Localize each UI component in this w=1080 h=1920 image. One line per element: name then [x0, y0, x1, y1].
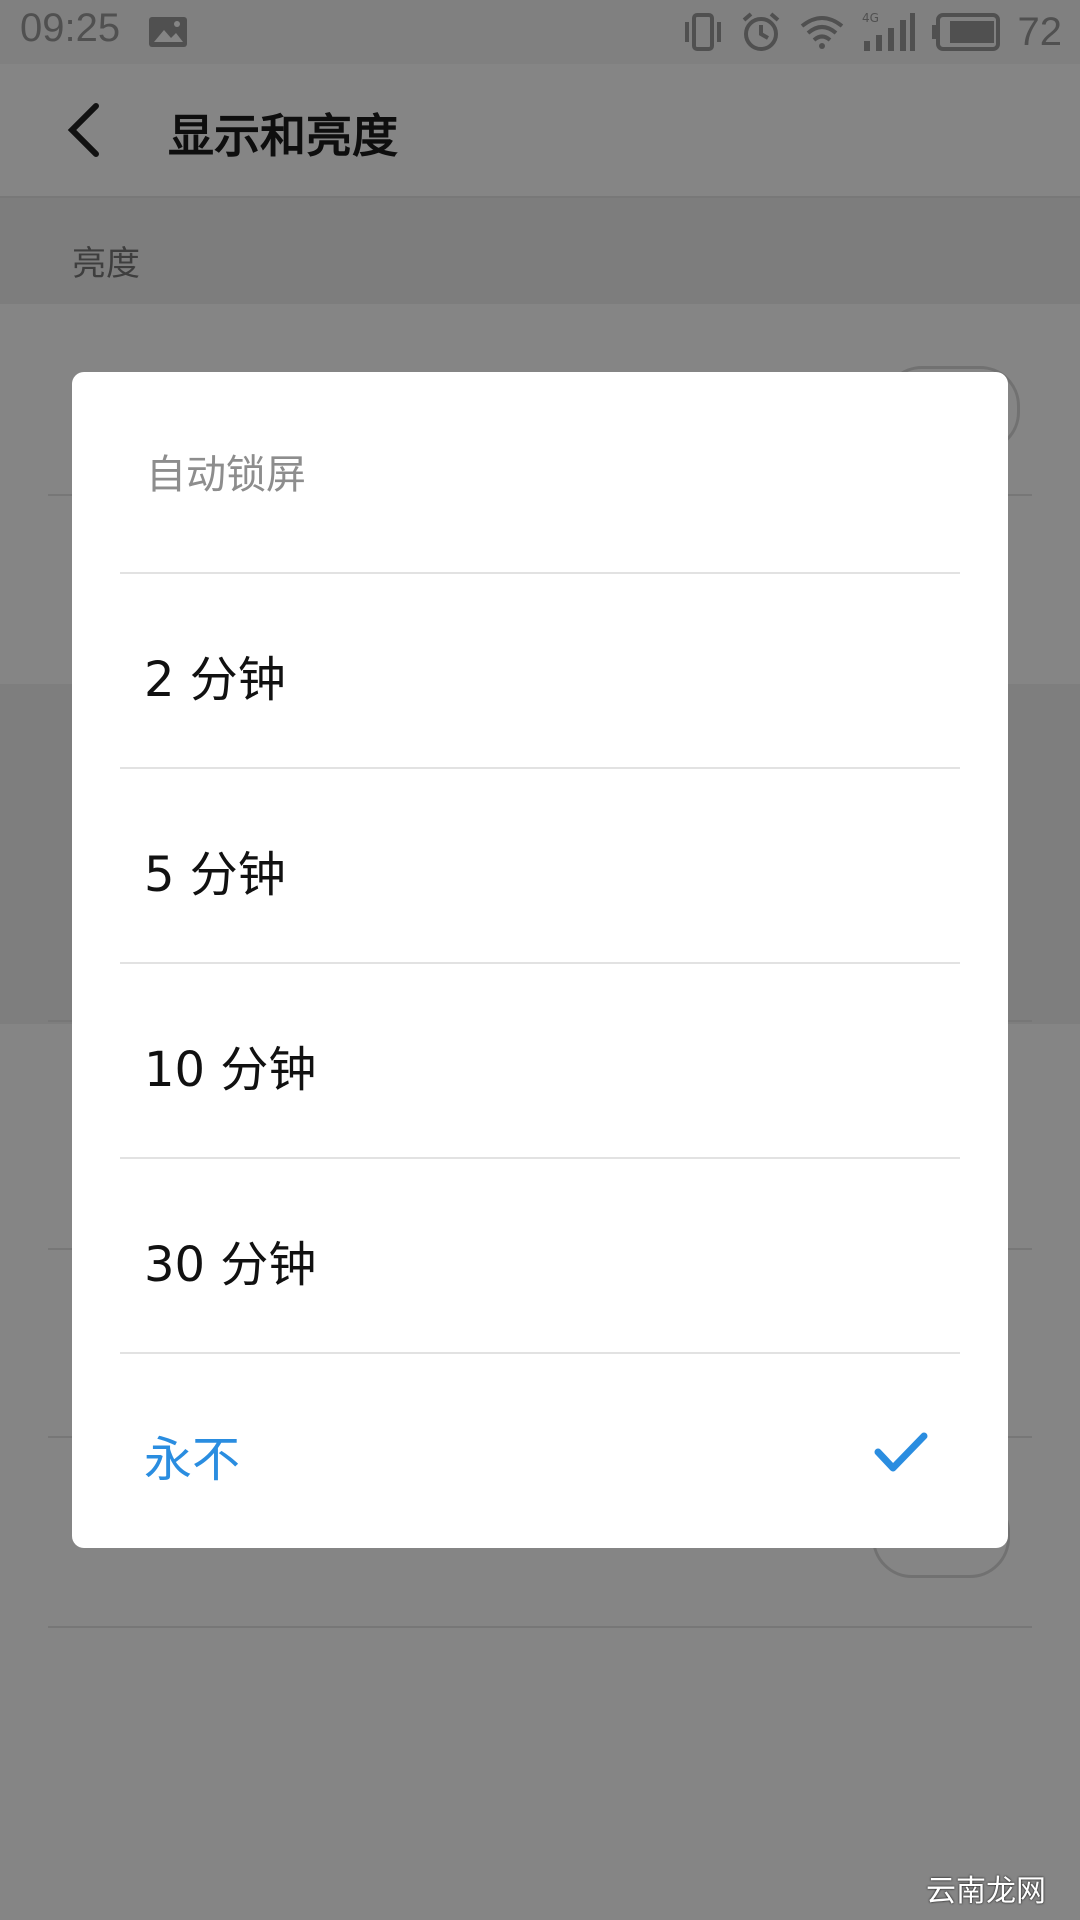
option-5-minutes[interactable]: 5 分钟	[72, 769, 1008, 964]
option-label: 永不	[144, 1432, 241, 1488]
option-never[interactable]: 永不	[72, 1354, 1008, 1549]
option-30-minutes[interactable]: 30 分钟	[72, 1159, 1008, 1354]
option-2-minutes[interactable]: 2 分钟	[72, 574, 1008, 769]
option-10-minutes[interactable]: 10 分钟	[72, 964, 1008, 1159]
watermark: 云南龙网	[926, 1874, 1046, 1909]
option-label: 2 分钟	[144, 652, 286, 708]
option-label: 10 分钟	[144, 1042, 317, 1098]
option-label: 30 分钟	[144, 1237, 317, 1293]
option-list: 2 分钟 5 分钟 10 分钟 30 分钟 永不	[72, 574, 1008, 1549]
dialog-title: 自动锁屏	[146, 452, 306, 498]
check-icon	[874, 1432, 928, 1472]
option-label: 5 分钟	[144, 847, 286, 903]
auto-lock-dialog: 自动锁屏 2 分钟 5 分钟 10 分钟 30 分钟 永不	[72, 372, 1008, 1548]
